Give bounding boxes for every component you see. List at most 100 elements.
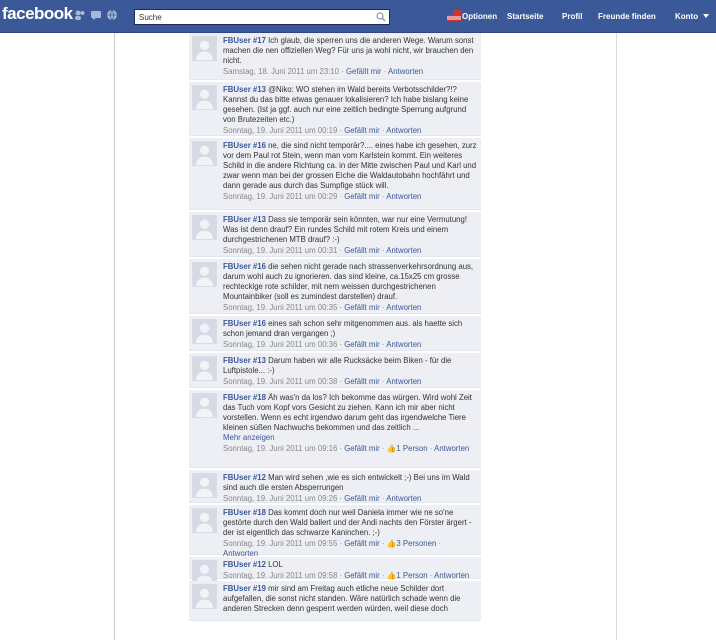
friend-requests-icon[interactable]: [74, 9, 86, 21]
comment-timestamp[interactable]: Sonntag, 19. Juni 2011 um 00:31: [223, 246, 337, 255]
avatar[interactable]: [192, 356, 217, 381]
comment-body: FBUser #16 ne, die sind nicht temporär?.…: [223, 141, 477, 191]
comment-item: FBUser #13 Darum haben wir alle Rucksäck…: [189, 353, 481, 388]
comment-item: FBUser #19 mir sind am Freitag auch etli…: [189, 581, 481, 621]
nav-account[interactable]: Konto: [675, 12, 698, 21]
reply-link[interactable]: Antworten: [386, 192, 421, 201]
search-input[interactable]: [135, 10, 373, 24]
avatar[interactable]: [192, 262, 217, 287]
nav-find-friends[interactable]: Freunde finden: [598, 12, 656, 21]
thumbs-up-icon: 👍: [386, 539, 397, 548]
comment-author-link[interactable]: FBUser #12: [223, 560, 266, 569]
comment-meta: Sonntag, 19. Juni 2011 um 00:38 · Gefäll…: [223, 377, 422, 386]
comment-meta: Sonntag, 19. Juni 2011 um 00:19 · Gefäll…: [223, 126, 422, 135]
comment-author-link[interactable]: FBUser #16: [223, 141, 266, 150]
comment-timestamp[interactable]: Samstag, 18. Juni 2011 um 23:10: [223, 67, 339, 76]
like-link[interactable]: Gefällt mir: [344, 246, 380, 255]
avatar[interactable]: [192, 584, 217, 609]
reply-link[interactable]: Antworten: [386, 126, 421, 135]
like-link[interactable]: Gefällt mir: [344, 444, 380, 453]
comment-author-link[interactable]: FBUser #13: [223, 215, 266, 224]
comment-author-link[interactable]: FBUser #18: [223, 508, 266, 517]
comment-timestamp[interactable]: Sonntag, 19. Juni 2011 um 00:19: [223, 126, 337, 135]
comment-timestamp[interactable]: Sonntag, 19. Juni 2011 um 09:26: [223, 494, 337, 503]
show-more-link[interactable]: Mehr anzeigen: [223, 433, 477, 443]
avatar[interactable]: [192, 141, 217, 166]
comment-body: FBUser #12 Man wird sehen ,wie es sich e…: [223, 473, 477, 493]
nav-profile[interactable]: Profil: [562, 12, 582, 21]
search-box: [134, 9, 390, 25]
nav-options[interactable]: Optionen: [462, 12, 497, 21]
comment-timestamp[interactable]: Sonntag, 19. Juni 2011 um 09:16: [223, 444, 337, 453]
comment-author-link[interactable]: FBUser #16: [223, 319, 266, 328]
comment-meta: Sonntag, 19. Juni 2011 um 09:16 · Gefäll…: [223, 444, 470, 453]
like-link[interactable]: Gefällt mir: [344, 126, 380, 135]
comment-meta: Sonntag, 19. Juni 2011 um 09:55 · Gefäll…: [223, 539, 442, 558]
comment-body: FBUser #12 LOL: [223, 560, 477, 570]
like-link[interactable]: Gefällt mir: [346, 67, 382, 76]
comment-author-link[interactable]: FBUser #19: [223, 584, 266, 593]
top-bar: facebook Optionen Startseite Profil Freu…: [0, 0, 716, 33]
default-avatar-icon: [193, 37, 216, 60]
like-link[interactable]: Gefällt mir: [344, 377, 380, 386]
comment-timestamp[interactable]: Sonntag, 19. Juni 2011 um 09:55: [223, 539, 337, 548]
reply-link[interactable]: Antworten: [388, 67, 423, 76]
comment-timestamp[interactable]: Sonntag, 19. Juni 2011 um 00:29: [223, 192, 337, 201]
avatar[interactable]: [192, 215, 217, 240]
notifications-globe-icon[interactable]: [106, 9, 118, 21]
reply-link[interactable]: Antworten: [386, 340, 421, 349]
comment-meta: Sonntag, 19. Juni 2011 um 00:29 · Gefäll…: [223, 192, 422, 201]
reply-link[interactable]: Antworten: [386, 303, 421, 312]
like-count-link[interactable]: 1 Person: [396, 571, 427, 580]
comment-body: FBUser #18 Das kommt doch nur weil Danie…: [223, 508, 477, 538]
comment-body: FBUser #16 eines sah schon sehr mitgenom…: [223, 319, 477, 339]
like-link[interactable]: Gefällt mir: [344, 192, 380, 201]
like-link[interactable]: Gefällt mir: [344, 571, 380, 580]
like-link[interactable]: Gefällt mir: [344, 539, 380, 548]
comment-author-link[interactable]: FBUser #13: [223, 85, 266, 94]
account-chevron-down-icon[interactable]: [703, 14, 709, 19]
avatar[interactable]: [192, 473, 217, 498]
reply-link[interactable]: Antworten: [434, 444, 469, 453]
comment-body: FBUser #13 Dass sie temporär sein könnte…: [223, 215, 477, 245]
comment-author-link[interactable]: FBUser #16: [223, 262, 266, 271]
comment-author-link[interactable]: FBUser #13: [223, 356, 266, 365]
comment-timestamp[interactable]: Sonntag, 19. Juni 2011 um 00:35: [223, 303, 337, 312]
comment-author-link[interactable]: FBUser #12: [223, 473, 266, 482]
messages-icon[interactable]: [90, 9, 102, 21]
thumbs-up-icon: 👍: [386, 571, 397, 580]
comment-item: FBUser #13 @Niko: WO stehen im Wald bere…: [189, 82, 481, 136]
comment-author-link[interactable]: FBUser #17: [223, 36, 266, 45]
comment-item: FBUser #17 Ich glaub, die sperren uns di…: [189, 33, 481, 80]
reply-link[interactable]: Antworten: [386, 377, 421, 386]
avatar[interactable]: [192, 393, 217, 418]
avatar[interactable]: [192, 36, 217, 61]
default-avatar-icon: [193, 474, 216, 497]
comment-timestamp[interactable]: Sonntag, 19. Juni 2011 um 00:36: [223, 340, 337, 349]
reply-link[interactable]: Antworten: [386, 246, 421, 255]
nav-home[interactable]: Startseite: [507, 12, 543, 21]
like-count-link[interactable]: 1 Person: [396, 444, 427, 453]
comment-text: LOL: [268, 560, 283, 569]
like-count-link[interactable]: 3 Personen: [396, 539, 436, 548]
search-icon[interactable]: [376, 12, 386, 22]
left-column: [0, 33, 114, 640]
left-column-divider: [114, 33, 115, 640]
reply-link[interactable]: Antworten: [434, 571, 469, 580]
default-avatar-icon: [193, 585, 216, 608]
default-avatar-icon: [193, 394, 216, 417]
reply-link[interactable]: Antworten: [386, 494, 421, 503]
comment-timestamp[interactable]: Sonntag, 19. Juni 2011 um 00:38: [223, 377, 337, 386]
like-link[interactable]: Gefällt mir: [344, 303, 380, 312]
avatar[interactable]: [192, 508, 217, 533]
avatar[interactable]: [192, 319, 217, 344]
facebook-logo[interactable]: facebook: [2, 4, 73, 24]
comment-author-link[interactable]: FBUser #18: [223, 393, 266, 402]
like-link[interactable]: Gefällt mir: [344, 494, 380, 503]
notification-jewels: [74, 9, 118, 21]
options-flag-icon: [447, 10, 461, 21]
comment-body: FBUser #13 Darum haben wir alle Rucksäck…: [223, 356, 477, 376]
like-link[interactable]: Gefällt mir: [344, 340, 380, 349]
avatar[interactable]: [192, 85, 217, 110]
comment-timestamp[interactable]: Sonntag, 19. Juni 2011 um 09:58: [223, 571, 337, 580]
